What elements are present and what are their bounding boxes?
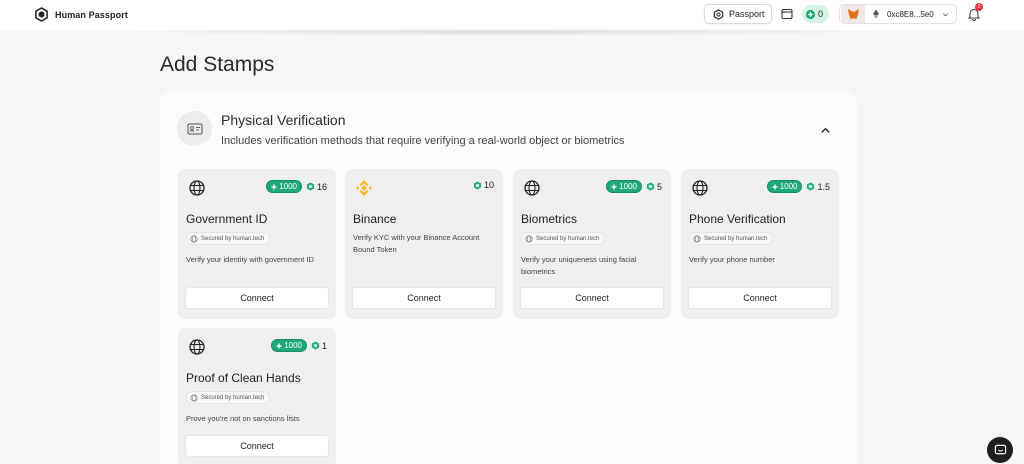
spark-icon	[771, 183, 779, 190]
wallet-button[interactable]: 0xc8E8...5e0	[839, 4, 957, 24]
globe-icon	[190, 234, 198, 243]
section-description: Includes verification methods that requi…	[221, 135, 625, 147]
connect-button[interactable]: Connect	[688, 287, 832, 309]
card-description: Verify your identity with government ID	[186, 255, 314, 264]
points-icon	[311, 341, 320, 350]
card-badges: 10	[471, 180, 494, 190]
points-badge: 16	[306, 182, 327, 192]
globe-icon	[190, 393, 198, 402]
secured-by-text: Secured by human.tech	[201, 235, 265, 242]
score-value: 0	[818, 9, 824, 19]
card-badges: 1000 16	[266, 180, 327, 193]
secured-by-badge: Secured by human.tech	[186, 391, 271, 404]
page-title: Add Stamps	[160, 53, 275, 76]
card-description: Verify your uniqueness using facial biom…	[521, 255, 637, 276]
passport-icon	[713, 8, 724, 20]
chevron-up-icon[interactable]	[820, 125, 831, 136]
points-icon	[306, 182, 315, 191]
window-icon[interactable]	[781, 8, 793, 20]
card-title: Phone Verification	[689, 212, 786, 226]
card-title: Government ID	[186, 212, 268, 226]
secured-by-badge: Secured by human.tech	[689, 232, 774, 245]
notification-badge: 2	[975, 3, 983, 11]
points-icon	[473, 180, 482, 190]
chevron-down-icon	[942, 12, 948, 16]
connect-button[interactable]: Connect	[352, 287, 496, 309]
connect-button[interactable]: Connect	[185, 435, 329, 457]
human-tech-globe-icon	[524, 180, 540, 196]
points-badge: 10	[473, 180, 494, 190]
stamp-card-phone-verification: 1000 1.5 Phone Verification Secured by h…	[681, 169, 839, 319]
card-description: Prove you're not on sanctions lists	[186, 414, 300, 423]
human-tech-globe-icon	[189, 180, 205, 196]
points-icon	[807, 182, 815, 191]
points-value: 16	[316, 181, 327, 192]
stamp-card-government-id: 1000 16 Government ID Secured by human.t…	[178, 169, 336, 319]
secured-by-text: Secured by human.tech	[536, 235, 600, 242]
card-title: Binance	[353, 212, 397, 226]
stamp-card-proof-of-clean-hands: 1000 1 Proof of Clean Hands Secured by h…	[178, 328, 336, 464]
human-tech-globe-icon	[189, 339, 205, 355]
bonus-value: 1000	[284, 341, 302, 350]
points-badge: 5	[646, 182, 662, 192]
points-icon	[646, 182, 655, 191]
card-badges: 1000 1	[271, 339, 327, 352]
card-title: Biometrics	[521, 212, 578, 226]
points-badge: 1	[311, 341, 327, 351]
points-value: 10	[483, 180, 494, 190]
secured-by-text: Secured by human.tech	[201, 394, 265, 401]
bonus-badge: 1000	[271, 339, 307, 352]
connect-button[interactable]: Connect	[520, 287, 664, 309]
binance-icon	[356, 180, 372, 196]
card-description: Verify your phone number	[689, 255, 775, 264]
human-passport-logo-icon	[35, 7, 48, 22]
connect-button[interactable]: Connect	[185, 287, 329, 309]
globe-icon	[525, 234, 533, 243]
bonus-badge: 1000	[766, 180, 803, 193]
secured-by-badge: Secured by human.tech	[521, 232, 606, 245]
section-title: Physical Verification	[221, 112, 346, 128]
human-tech-globe-icon	[692, 180, 708, 196]
bonus-badge: 1000	[266, 180, 302, 193]
stamp-card-binance: 10 Binance Verify KYC with your Binance …	[345, 169, 503, 319]
card-title: Proof of Clean Hands	[186, 371, 301, 385]
score-icon	[805, 9, 816, 19]
brand[interactable]: Human Passport	[34, 7, 128, 22]
ethereum-icon	[873, 9, 879, 19]
passport-button[interactable]: Passport	[704, 4, 772, 24]
card-badges: 1000 1.5	[766, 180, 830, 193]
points-badge: 1.5	[806, 182, 830, 192]
top-bar-shadow	[120, 28, 890, 36]
passport-label: Passport	[729, 9, 765, 19]
chat-button[interactable]	[987, 437, 1013, 463]
card-badges: 1000 5	[606, 180, 662, 193]
points-value: 5	[656, 181, 662, 192]
brand-name: Human Passport	[55, 9, 128, 20]
bonus-value: 1000	[279, 182, 297, 191]
points-value: 1	[321, 340, 327, 351]
id-card-icon	[187, 123, 202, 134]
secured-by-badge: Secured by human.tech	[186, 232, 271, 245]
top-bar: Human Passport Passport 0 0xc8E8...5e0 2	[0, 0, 1024, 30]
bonus-badge: 1000	[606, 180, 642, 193]
secured-by-text: Secured by human.tech	[704, 235, 768, 242]
score-pill[interactable]: 0	[802, 5, 829, 23]
wallet-address: 0xc8E8...5e0	[887, 9, 934, 19]
points-value: 1.5	[817, 181, 830, 192]
spark-icon	[610, 183, 618, 190]
globe-icon	[693, 234, 701, 243]
spark-icon	[270, 183, 278, 190]
bonus-value: 1000	[619, 182, 637, 191]
spark-icon	[275, 342, 283, 349]
stamp-card-biometrics: 1000 5 Biometrics Secured by human.tech …	[513, 169, 671, 319]
metamask-fox-icon	[841, 5, 865, 23]
section-icon	[177, 111, 212, 146]
bonus-value: 1000	[779, 182, 798, 191]
chat-icon	[994, 444, 1006, 454]
card-description: Verify KYC with your Binance Account Bou…	[353, 233, 480, 254]
